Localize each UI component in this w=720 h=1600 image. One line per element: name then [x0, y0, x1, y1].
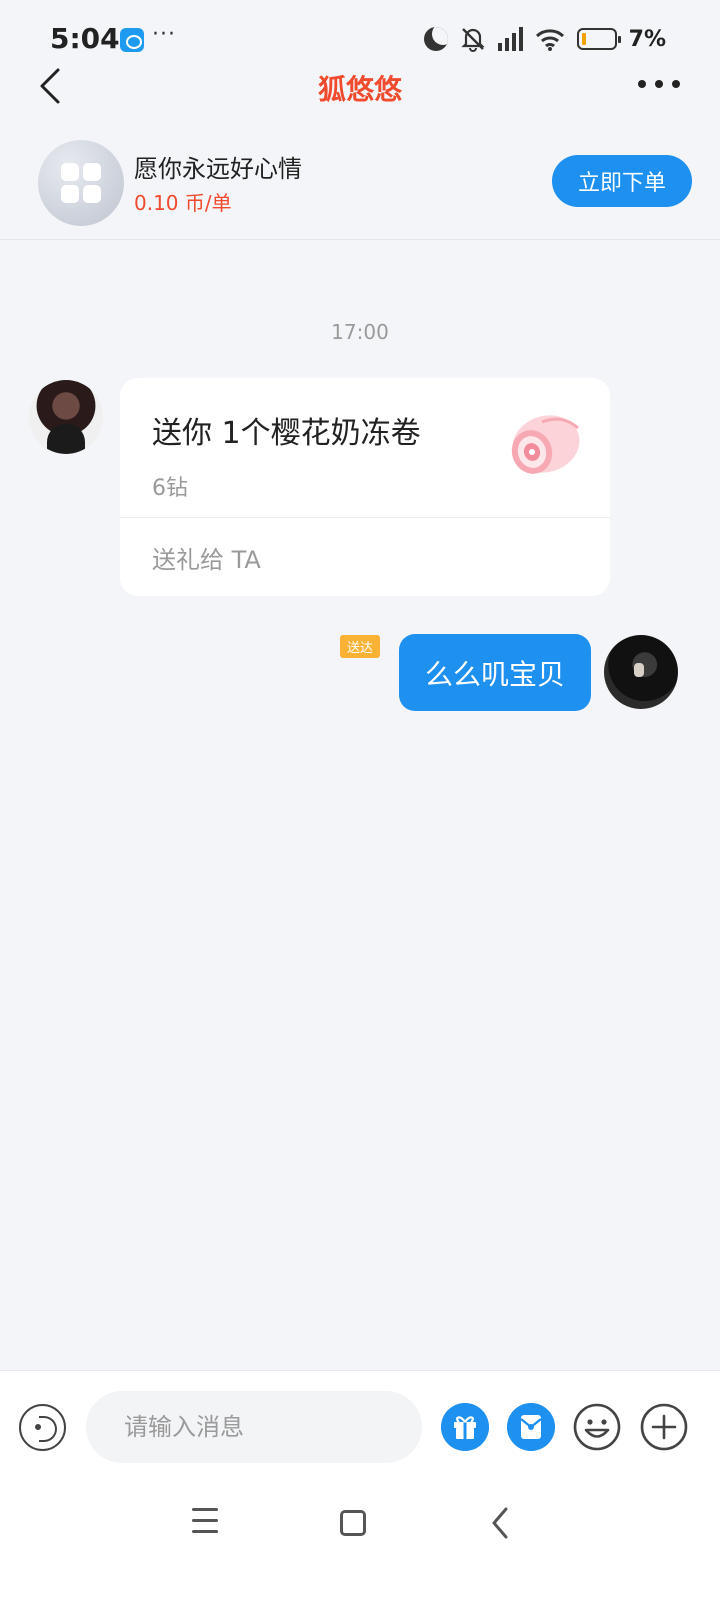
battery-percent: 7%: [628, 26, 666, 52]
sakura-roll-cake-icon: [511, 415, 580, 474]
service-name: 愿你永远好心情: [134, 155, 302, 183]
gift-price: 6钻: [152, 476, 188, 501]
page-title: 狐悠悠: [317, 73, 402, 106]
contact-avatar[interactable]: [29, 380, 103, 454]
status-icons: 7%: [423, 24, 666, 54]
message-input[interactable]: [86, 1391, 422, 1463]
sent-message-bubble[interactable]: 么么叽宝贝: [399, 634, 591, 711]
bear-face-icon: [120, 28, 144, 52]
wifi-icon: [535, 29, 564, 51]
send-gift-link[interactable]: 送礼给 TA: [152, 540, 261, 575]
more-notifications-icon: ···: [152, 22, 176, 47]
service-price: 0.10 币/单: [134, 191, 232, 215]
gift-icon[interactable]: [441, 1403, 489, 1451]
voice-icon[interactable]: [19, 1404, 66, 1451]
user-avatar[interactable]: [604, 635, 678, 709]
emoji-icon[interactable]: [573, 1403, 621, 1451]
signal-icon: [497, 27, 523, 51]
home-icon[interactable]: [340, 1510, 366, 1536]
recent-apps-icon[interactable]: [192, 1508, 218, 1536]
service-avatar[interactable]: [38, 140, 124, 226]
status-bar: 5:04 ··· 7%: [0, 0, 720, 70]
service-bar: 愿你永远好心情 0.10 币/单 立即下单: [0, 125, 720, 240]
message-timestamp: 17:00: [331, 320, 389, 344]
order-now-button[interactable]: 立即下单: [552, 155, 692, 207]
more-horizontal-icon[interactable]: [638, 80, 680, 88]
red-packet-icon[interactable]: [507, 1403, 555, 1451]
back-nav-icon[interactable]: [490, 1506, 510, 1540]
delivered-badge: 送达: [340, 635, 381, 658]
system-nav-bar: [0, 1480, 720, 1600]
input-bar: [0, 1370, 720, 1480]
plus-icon[interactable]: [640, 1403, 688, 1451]
gift-message-card[interactable]: 送你 1个樱花奶冻卷 6钻 送礼给 TA: [120, 378, 610, 596]
bell-off-icon: [460, 28, 485, 52]
moon-icon: [423, 27, 448, 51]
status-time: 5:04: [50, 22, 120, 55]
app-grid-icon: [61, 163, 101, 203]
gift-title: 送你 1个樱花奶冻卷: [152, 416, 421, 451]
gift-divider: [120, 517, 610, 518]
battery-icon: [576, 28, 621, 50]
